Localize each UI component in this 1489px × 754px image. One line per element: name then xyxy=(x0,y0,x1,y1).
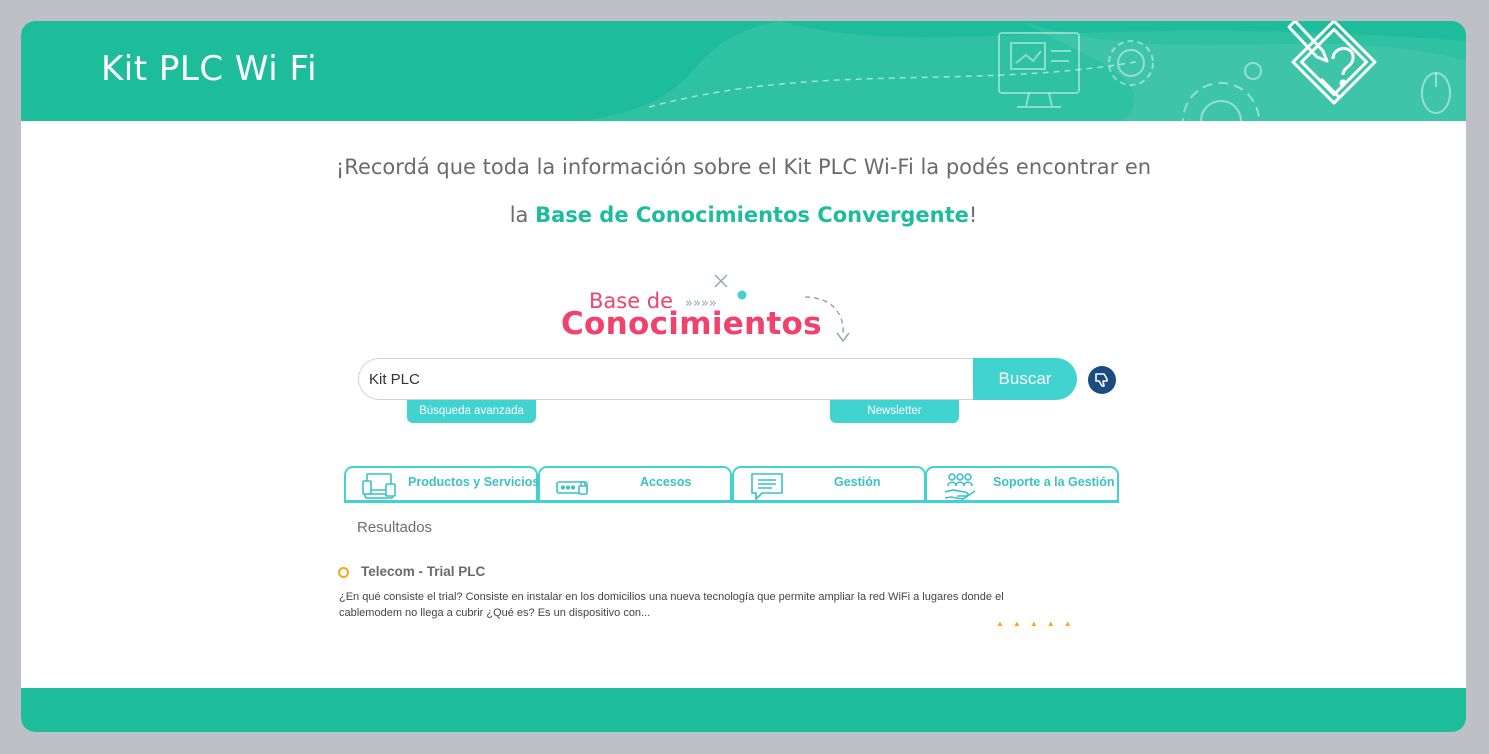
intro-suffix: ! xyxy=(968,203,978,227)
result-snippet: ¿En qué consiste el trial? Consiste en i… xyxy=(339,591,1004,619)
result-title-link[interactable]: Telecom - Trial PLC xyxy=(361,564,485,579)
intro-prefix: la xyxy=(509,203,536,227)
star-icon: ▲ xyxy=(1012,619,1030,628)
footer-bar xyxy=(21,688,1466,732)
star-icon: ▲ xyxy=(996,619,1013,628)
results-heading: Resultados xyxy=(357,519,433,536)
tab-label: Productos y Servicios xyxy=(408,475,540,489)
search-button[interactable]: Buscar xyxy=(973,358,1077,400)
tab-accesos[interactable]: Accesos xyxy=(538,466,732,503)
password-icon xyxy=(556,480,588,495)
newsletter-link[interactable]: Newsletter xyxy=(830,400,959,423)
star-icon: ▲ xyxy=(1029,619,1047,628)
tab-label: Accesos xyxy=(640,475,692,489)
search-bar: Buscar xyxy=(358,358,1078,400)
category-tabs: Productos y Servicios Accesos Gestión So… xyxy=(344,466,1119,503)
kb-logo-line2: Conocimientos xyxy=(561,306,822,342)
help-pencil-icon xyxy=(1287,21,1377,105)
tab-label: Soporte a la Gestión xyxy=(993,475,1115,489)
tab-gestion[interactable]: Gestión xyxy=(732,466,926,503)
thumbs-down-icon xyxy=(1095,373,1108,387)
tab-label: Gestión xyxy=(834,475,881,489)
star-icon: ▲ xyxy=(1063,619,1081,628)
page-title: Kit PLC Wi Fi xyxy=(101,49,318,89)
feedback-button[interactable] xyxy=(1088,366,1116,394)
rating-stars: ▲▲▲▲▲ xyxy=(996,619,1081,628)
intro-text: ¡Recordá que toda la información sobre e… xyxy=(335,155,1152,179)
advanced-search-link[interactable]: Búsqueda avanzada xyxy=(407,400,536,423)
tabs-underline xyxy=(344,500,1119,503)
tab-soporte-gestion[interactable]: Soporte a la Gestión xyxy=(925,466,1119,503)
star-icon: ▲ xyxy=(1046,619,1064,628)
intro-text-kb: la Base de Conocimientos Convergente! xyxy=(21,203,1466,227)
tab-productos-servicios[interactable]: Productos y Servicios xyxy=(344,466,540,503)
devices-icon xyxy=(362,473,396,499)
search-input[interactable] xyxy=(358,358,978,400)
page-card: Kit PLC Wi Fi ¡Recordá que toda la infor… xyxy=(21,21,1466,732)
chat-icon xyxy=(751,473,783,500)
people-hand-icon xyxy=(944,473,976,500)
kb-logo: »»»» Base de Conocimientos xyxy=(561,271,851,351)
kb-convergente-link[interactable]: Base de Conocimientos Convergente xyxy=(535,203,969,227)
bullet-icon xyxy=(338,567,349,578)
header-banner: Kit PLC Wi Fi xyxy=(21,21,1466,121)
